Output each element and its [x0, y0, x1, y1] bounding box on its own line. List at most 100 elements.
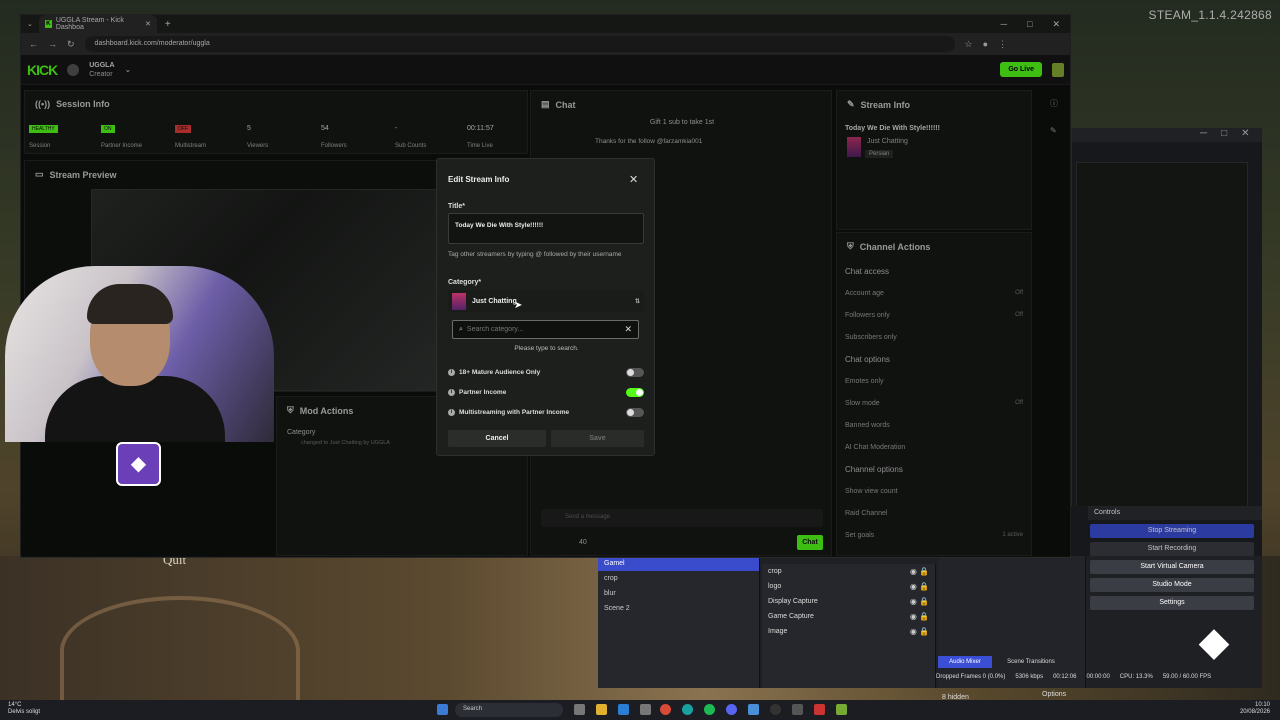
- source-item[interactable]: Image ◉ 🔒: [762, 624, 935, 639]
- clear-search-icon[interactable]: ✕: [624, 324, 632, 335]
- obs-control-button[interactable]: Start Recording: [1090, 542, 1254, 556]
- obs-control-button[interactable]: Studio Mode: [1090, 578, 1254, 592]
- eye-icon[interactable]: ◉ 🔒: [910, 597, 929, 606]
- category-search-input[interactable]: [466, 326, 617, 333]
- forward-icon[interactable]: →: [48, 39, 57, 49]
- minimize-icon[interactable]: ─: [1001, 19, 1007, 30]
- edge-icon[interactable]: [682, 704, 693, 715]
- obs-icon[interactable]: [770, 704, 781, 715]
- discord-icon[interactable]: [726, 704, 737, 715]
- chat-input[interactable]: Send a message: [541, 509, 823, 527]
- channel-action-row[interactable]: Emotes only: [837, 370, 1031, 392]
- channel-action-row[interactable]: Set goals 1 active: [837, 524, 1031, 546]
- info-icon[interactable]: ⓘ: [1050, 98, 1062, 109]
- back-icon[interactable]: ←: [29, 39, 38, 49]
- obs-control-button[interactable]: Stop Streaming: [1090, 524, 1254, 538]
- eye-icon[interactable]: ◉ 🔒: [910, 627, 929, 636]
- toggle-switch[interactable]: [626, 407, 644, 417]
- maximize-icon[interactable]: □: [1027, 19, 1032, 30]
- settings-icon[interactable]: [640, 704, 651, 715]
- pen-icon[interactable]: ✎: [1050, 126, 1062, 135]
- scene-item[interactable]: crop: [598, 571, 759, 586]
- stat-value: ON: [101, 125, 142, 135]
- obs-control-button[interactable]: Settings: [1090, 596, 1254, 610]
- category-select[interactable]: Just Chatting ⇅: [448, 290, 644, 312]
- clock-date: 20/08/2026: [1239, 709, 1270, 715]
- toggle-switch[interactable]: [626, 387, 644, 397]
- channel-action-row[interactable]: Account age Off: [837, 282, 1031, 304]
- source-item[interactable]: crop ◉ 🔒: [762, 564, 935, 579]
- panel-title: Stream Info: [860, 99, 911, 110]
- source-item[interactable]: Display Capture ◉ 🔒: [762, 594, 935, 609]
- eye-icon[interactable]: ◉ 🔒: [910, 612, 929, 621]
- option-label: Multistreaming with Partner Income: [459, 408, 570, 416]
- channel-action-value: Off: [1015, 400, 1023, 406]
- minimize-icon[interactable]: ─: [1200, 128, 1207, 139]
- channel-action-row[interactable]: AI Chat Moderation: [837, 436, 1031, 458]
- stat-value: 00:11:57: [467, 125, 494, 135]
- profile-icon[interactable]: ●: [983, 39, 988, 49]
- cancel-button[interactable]: Cancel: [448, 430, 546, 447]
- task-view-icon[interactable]: [574, 704, 585, 715]
- channel-action-row[interactable]: Banned words: [837, 414, 1031, 436]
- bookmark-star-icon[interactable]: ☆: [965, 39, 973, 50]
- scene-item[interactable]: Scene 2: [598, 601, 759, 616]
- save-button[interactable]: Save: [551, 430, 644, 447]
- eye-icon[interactable]: ◉ 🔒: [910, 582, 929, 591]
- kick-logo[interactable]: KICK: [27, 62, 58, 78]
- close-tab-icon[interactable]: ✕: [145, 20, 151, 28]
- weather-widget[interactable]: 14°C Delvis soligt: [8, 702, 40, 716]
- app-icon[interactable]: [748, 704, 759, 715]
- scene-item[interactable]: blur: [598, 586, 759, 601]
- channel-action-row[interactable]: Raid Channel: [837, 502, 1031, 524]
- title-input[interactable]: Today We Die With Style!!!!!!: [448, 213, 644, 244]
- close-icon[interactable]: ✕: [1241, 128, 1249, 139]
- app-icon[interactable]: [836, 704, 847, 715]
- channel-action-row[interactable]: Slow mode Off: [837, 392, 1031, 414]
- channel-action-row[interactable]: Subscribers only: [837, 326, 1031, 348]
- file-explorer-icon[interactable]: [596, 704, 607, 715]
- toggle-switch[interactable]: [626, 367, 644, 377]
- tab-audio-mixer[interactable]: Audio Mixer: [938, 656, 992, 668]
- panel-title: Mod Actions: [299, 405, 354, 416]
- channel-switcher[interactable]: UGGLA Creator: [89, 61, 114, 79]
- chat-message: Thanks for the follow @farzamkia001: [595, 138, 703, 145]
- scene-item[interactable]: Gamel: [598, 556, 759, 571]
- pinned-gift-banner[interactable]: Gift 1 sub to take 1st: [531, 119, 833, 126]
- start-icon[interactable]: [437, 704, 448, 715]
- panel-title: Chat: [555, 99, 576, 110]
- stat-label: Multistream: [175, 143, 207, 149]
- app-icon[interactable]: [814, 704, 825, 715]
- chevron-down-icon[interactable]: ⌄: [125, 65, 132, 74]
- mixer-options-button[interactable]: Options: [1042, 691, 1066, 698]
- stream-info-header: ✎ Stream Info: [837, 91, 1031, 118]
- menu-icon[interactable]: ⋮: [998, 39, 1007, 50]
- go-live-button[interactable]: Go Live: [1000, 62, 1042, 77]
- obs-control-button[interactable]: Start Virtual Camera: [1090, 560, 1254, 574]
- spotify-icon[interactable]: [704, 704, 715, 715]
- new-tab-icon[interactable]: +: [165, 19, 171, 30]
- user-avatar[interactable]: [1052, 62, 1064, 77]
- send-chat-button[interactable]: Chat: [797, 535, 823, 550]
- stat-value: 54: [321, 125, 347, 135]
- category-search-field[interactable]: ⌕ ✕: [452, 320, 639, 339]
- tab-list-icon[interactable]: ⌄: [21, 20, 39, 28]
- taskbar-search[interactable]: Search: [455, 703, 563, 717]
- browser-tab[interactable]: K UGGLA Stream - Kick Dashboa ✕: [38, 15, 157, 33]
- reload-icon[interactable]: ↻: [67, 39, 75, 50]
- close-icon[interactable]: ✕: [629, 173, 638, 186]
- url-input[interactable]: dashboard.kick.com/moderator/uggla: [84, 36, 955, 52]
- channel-action-row[interactable]: Show view count: [837, 480, 1031, 502]
- tab-scene-transitions[interactable]: Scene Transitions: [994, 656, 1068, 668]
- system-clock[interactable]: 10:10 20/08/2026: [1240, 702, 1270, 716]
- app-icon[interactable]: [792, 704, 803, 715]
- maximize-icon[interactable]: □: [1221, 128, 1227, 139]
- source-item[interactable]: logo ◉ 🔒: [762, 579, 935, 594]
- option-row: i 18+ Mature Audience Only: [448, 365, 644, 379]
- close-icon[interactable]: ✕: [1052, 19, 1060, 30]
- chrome-icon[interactable]: [660, 704, 671, 715]
- store-icon[interactable]: [618, 704, 629, 715]
- eye-icon[interactable]: ◉ 🔒: [910, 567, 929, 576]
- channel-action-row[interactable]: Followers only Off: [837, 304, 1031, 326]
- source-item[interactable]: Game Capture ◉ 🔒: [762, 609, 935, 624]
